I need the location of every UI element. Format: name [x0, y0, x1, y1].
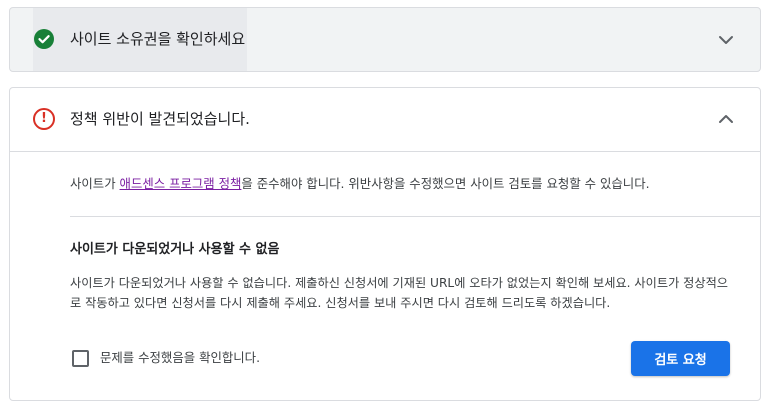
site-ownership-panel[interactable]: 사이트 소유권을 확인하세요	[9, 7, 761, 72]
confirm-fixed-label: 문제를 수정했음을 확인합니다.	[100, 350, 261, 365]
violation-panel-header[interactable]: ! 정책 위반이 발견되었습니다.	[10, 88, 760, 152]
adsense-policy-link[interactable]: 애드센스 프로그램 정책	[120, 176, 242, 191]
chevron-up-icon[interactable]	[714, 107, 738, 131]
chevron-down-icon[interactable]	[714, 28, 738, 52]
confirm-fixed-checkbox[interactable]: 문제를 수정했음을 확인합니다.	[72, 349, 260, 367]
issue-title: 사이트가 다운되었거나 사용할 수 없음	[70, 242, 280, 257]
check-circle-icon	[34, 29, 54, 49]
policy-violation-panel: ! 정책 위반이 발견되었습니다. 사이트가 애드센스 프로그램 정책을 준수해…	[9, 87, 761, 401]
checkbox[interactable]	[72, 349, 89, 367]
policy-text-after: 을 준수해야 합니다. 위반사항을 수정했으면 사이트 검토를 요청할 수 있습…	[241, 176, 650, 191]
violation-panel-title: 정책 위반이 발견되었습니다.	[70, 110, 250, 128]
error-circle-icon: !	[33, 108, 55, 130]
policy-notice: 사이트가 애드센스 프로그램 정책을 준수해야 합니다. 위반사항을 수정했으면…	[70, 175, 650, 193]
section-divider	[70, 216, 760, 217]
policy-text-before: 사이트가	[70, 176, 120, 191]
request-review-button[interactable]: 검토 요청	[631, 341, 730, 376]
issue-description: 사이트가 다운되었거나 사용할 수 없습니다. 제출하신 신청서에 기재된 UR…	[70, 276, 728, 310]
ownership-panel-title: 사이트 소유권을 확인하세요	[70, 30, 246, 48]
